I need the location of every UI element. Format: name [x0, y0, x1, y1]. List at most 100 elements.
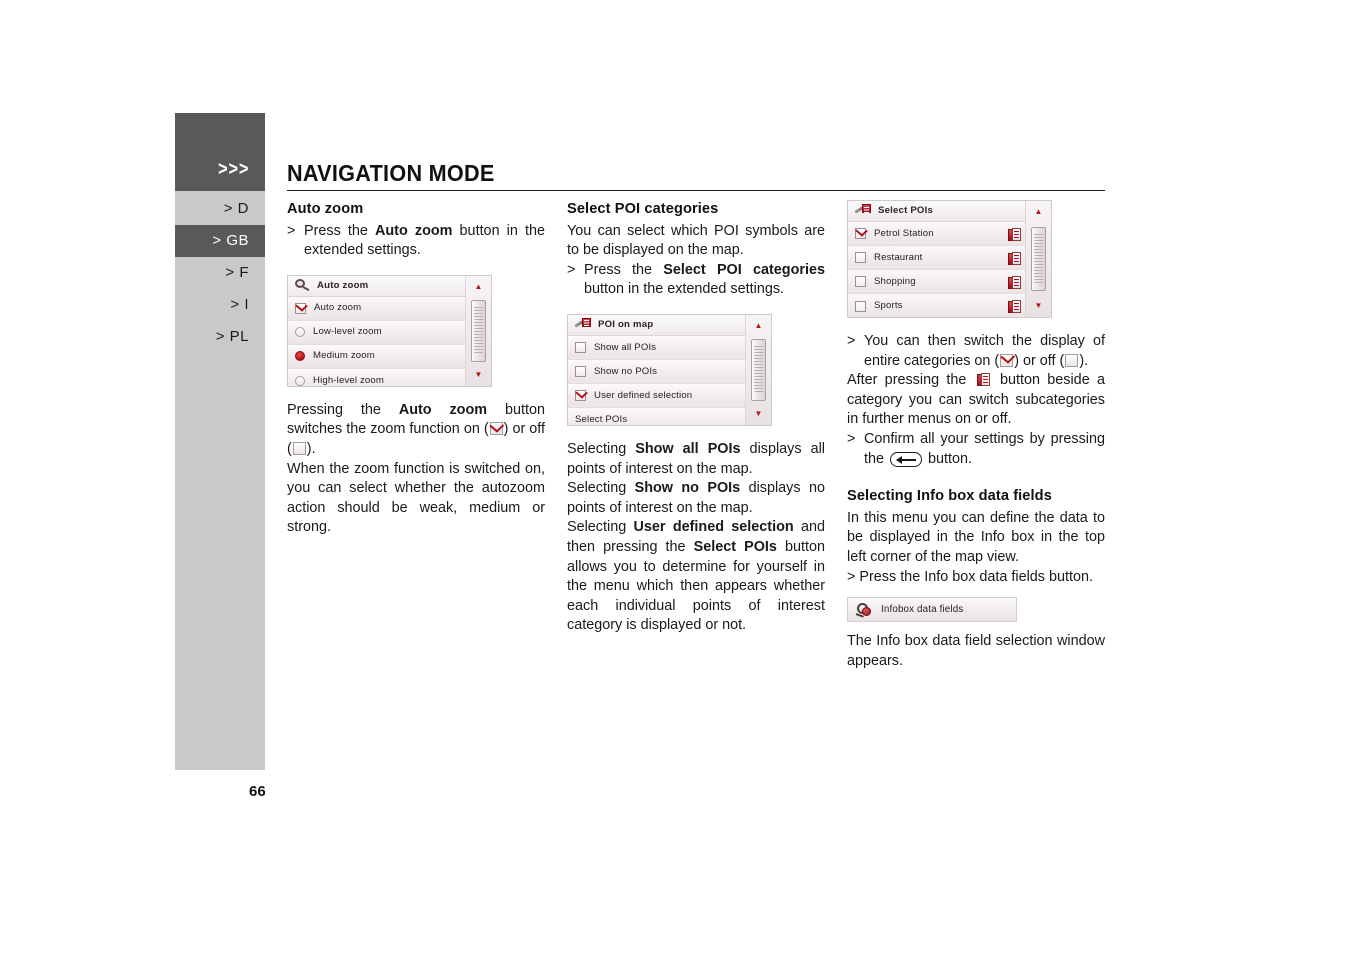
device-menu-row[interactable]: Petrol Station [848, 222, 1051, 246]
chevron-marker: >>> [217, 159, 249, 180]
text: ). [306, 440, 316, 457]
device-menu-row[interactable]: Shopping [848, 270, 1051, 294]
subcategory-button[interactable] [1003, 251, 1025, 266]
list-document-icon [1007, 275, 1021, 290]
text: Pressing the [287, 401, 399, 418]
text: Selecting [567, 519, 634, 536]
device-menu-title: Select POIs [878, 205, 933, 217]
device-scrollbar[interactable]: ▲ ▼ [745, 314, 771, 425]
sidebar-item-label: > F [225, 264, 249, 281]
scroll-up-icon[interactable]: ▲ [1026, 201, 1051, 223]
device-menu-row[interactable]: Show no POIs [568, 359, 771, 384]
text-bold: Show all POIs [635, 440, 741, 457]
device-menu-titlebar: Select POIs [848, 201, 1051, 222]
checkbox-icon[interactable] [575, 341, 586, 353]
scroll-down-icon[interactable]: ▼ [466, 364, 491, 386]
sidebar-item-pl[interactable]: > PL [175, 321, 265, 353]
manual-page: >>> > D > GB > F > I > PL NAVIGATION MOD… [0, 0, 1350, 954]
column-select-poi-categories: Select POI categories You can select whi… [567, 200, 825, 636]
back-button-icon [890, 451, 923, 467]
section-heading-auto-zoom: Auto zoom [287, 201, 364, 217]
device-menu-titlebar: POI on map [568, 314, 771, 336]
device-menu-poi-on-map: POI on map Show all POIs Show no POIs Us… [567, 313, 772, 426]
checkbox-icon[interactable] [855, 276, 866, 287]
sidebar-item-gb[interactable]: > GB [175, 225, 265, 257]
text: Selecting [567, 440, 636, 457]
section-heading-info-box-data-fields: Selecting Info box data fields [847, 488, 1052, 505]
sidebar-item-i[interactable]: > I [175, 289, 265, 321]
radio-icon[interactable] [295, 375, 305, 386]
scroll-down-icon[interactable]: ▼ [1026, 295, 1051, 317]
paragraph-poi-intro: You can select which POI symbols are to … [567, 222, 825, 259]
device-menu-row-label: High-level zoom [313, 374, 385, 386]
device-scrollbar[interactable]: ▲ ▼ [465, 275, 491, 386]
checkbox-icon[interactable] [575, 365, 586, 377]
text-bold: User defined selection [633, 519, 794, 536]
scrollbar-thumb[interactable] [751, 338, 766, 401]
instruction-press-auto-zoom: > Press the Auto zoom button in the exten… [287, 222, 545, 261]
infobox-icon [855, 602, 873, 618]
device-menu-row[interactable]: Sports [848, 294, 1051, 317]
device-menu-row[interactable]: Show all POIs [568, 335, 771, 360]
instruction-text-pre: Press the [304, 222, 375, 239]
scrollbar-thumb[interactable] [1031, 227, 1046, 291]
column-select-pois: Select POIs Petrol Station Restaurant Sh… [847, 200, 1105, 671]
list-document-icon [976, 373, 990, 387]
device-menu-row-label: Show no POIs [594, 365, 658, 377]
bullet-marker: > [847, 430, 856, 447]
instruction-press-info-box-button: > Press the Info box data fields button. [847, 568, 1094, 585]
device-menu-select-pois: Select POIs Petrol Station Restaurant Sh… [847, 200, 1052, 318]
device-scrollbar[interactable]: ▲ ▼ [1025, 201, 1051, 317]
subcategory-button[interactable] [1003, 227, 1025, 242]
device-menu-row-label: Sports [874, 300, 903, 312]
instruction-press-select-poi-categories: > Press the Select POI categories button … [567, 261, 825, 300]
poi-pen-icon [854, 204, 871, 218]
radio-icon[interactable] [295, 327, 305, 338]
scroll-up-icon[interactable]: ▲ [746, 315, 771, 337]
scroll-down-icon[interactable]: ▼ [746, 403, 771, 425]
checkbox-icon[interactable] [295, 302, 306, 314]
checkbox-icon[interactable] [855, 300, 866, 312]
device-menu-row[interactable]: High-level zoom [288, 368, 491, 386]
paragraph-show-all-pois: Selecting Show all POIs displays all poi… [567, 440, 825, 479]
page-title: NAVIGATION MODE [287, 160, 495, 186]
device-menu-row-label: Restaurant [874, 251, 923, 263]
sidebar-item-label: > I [230, 296, 249, 313]
device-button-label: Infobox data fields [881, 603, 964, 615]
sidebar-item-f[interactable]: > F [175, 257, 265, 289]
text: Press the Info box data fields button. [859, 568, 1094, 585]
checkbox-unchecked-icon [1065, 353, 1079, 367]
radio-icon-selected[interactable] [295, 351, 305, 362]
subcategory-button[interactable] [1003, 299, 1025, 314]
text-bold: Select POIs [693, 538, 777, 555]
scrollbar-thumb[interactable] [471, 299, 486, 362]
text: ) or off ( [1014, 352, 1065, 369]
paragraph-auto-zoom-toggle: Pressing the Auto zoom button switches t… [287, 401, 545, 460]
device-button-infobox-data-fields[interactable]: Infobox data fields [847, 597, 1017, 623]
magnifier-icon [295, 279, 310, 292]
subcategory-button[interactable] [1003, 275, 1025, 290]
checkbox-icon[interactable] [855, 252, 866, 263]
sidebar-item-d[interactable]: > D [175, 193, 265, 225]
instruction-switch-categories: > You can then switch the display of enti… [847, 332, 1105, 371]
instruction-text-post: button in the extended settings. [584, 281, 785, 298]
checkbox-icon[interactable] [575, 389, 586, 401]
checkbox-icon[interactable] [855, 228, 866, 239]
device-menu-row[interactable]: Low-level zoom [288, 320, 491, 345]
page-number: 66 [249, 783, 266, 800]
list-document-icon [1007, 251, 1021, 266]
bullet-marker: > [287, 222, 296, 239]
paragraph-auto-zoom-strength: When the zoom function is switched on, y… [287, 460, 545, 536]
text-bold: Show no POIs [634, 480, 741, 497]
device-menu-row-select-pois[interactable]: Select POIs [568, 407, 771, 425]
device-menu-row[interactable]: User defined selection [568, 383, 771, 408]
device-menu-row[interactable]: Restaurant [848, 246, 1051, 270]
text: Selecting [567, 480, 635, 497]
device-menu-title: Auto zoom [317, 279, 369, 291]
scroll-up-icon[interactable]: ▲ [466, 276, 491, 298]
device-menu-row[interactable]: Auto zoom [288, 296, 491, 321]
device-menu-row-label: Petrol Station [874, 227, 934, 239]
instruction-text-bold: Select POI categories [663, 261, 825, 278]
device-menu-row[interactable]: Medium zoom [288, 344, 491, 369]
text-bold: Auto zoom [398, 401, 488, 418]
